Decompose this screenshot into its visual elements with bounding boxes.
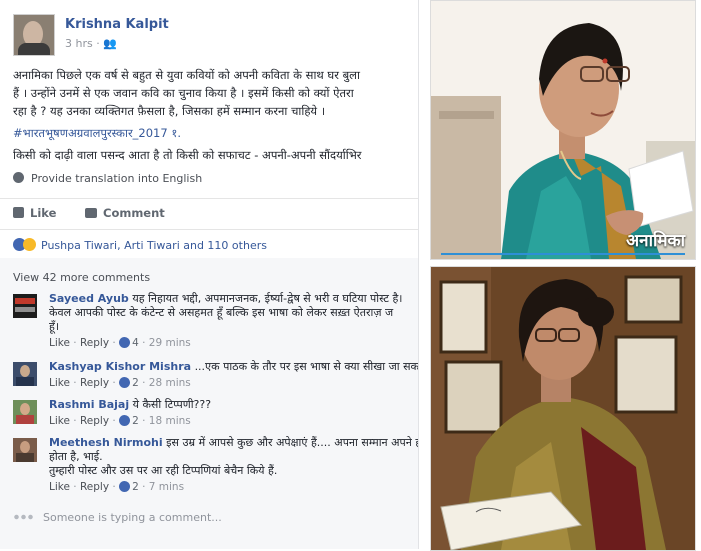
commenter-avatar[interactable] [13,400,37,424]
author-avatar[interactable] [13,14,55,56]
like-count[interactable]: 4 [132,337,139,349]
comment-line: केवल आपकी पोस्ट के कंटेन्ट से असहमत हूँ … [49,306,394,319]
comment-line: Rashmi Bajaj ये कैसी टिप्पणी??? [49,398,418,412]
comment-actions: Like · Reply · 2 · 18 mins [49,415,191,427]
comment-like-link[interactable]: Like [49,337,70,349]
like-count[interactable]: 2 [132,481,139,493]
hashtag-link[interactable]: #भारतभूषणअग्रवालपुरस्कार_2017 १. [13,124,418,142]
post-line-1: अनामिका पिछले एक वर्ष से बहुत से युवा कव… [13,68,360,82]
comment-line: Kashyap Kishor Mishra ...एक पाठक के तौर … [49,360,419,374]
comment-line: तुम्हारी पोस्ट और उस पर आ रही टिप्पणियां… [49,464,278,477]
post-line: हैं । उन्होंने उनमें से एक जवान कवि का च… [13,84,418,102]
comment-like-link[interactable]: Like [49,481,70,493]
commenter-name[interactable]: Kashyap Kishor Mishra [49,360,191,373]
like-count[interactable]: 2 [132,415,139,427]
post-line-2: हैं । उन्होंने उनमें से एक जवान कवि का च… [13,86,354,100]
commenter-name[interactable]: Sayeed Ayub [49,292,129,305]
post-time[interactable]: 3 hrs · 👥 [65,37,117,50]
author-name[interactable]: Krishna Kalpit [65,17,169,32]
comment-actions: Like · Reply · 2 · 28 mins [49,377,191,389]
comment-reply-link[interactable]: Reply [80,377,109,389]
comment-text: ये कैसी टिप्पणी??? [132,398,212,411]
comment-reply-link[interactable]: Reply [80,415,109,427]
commenter-name[interactable]: Meethesh Nirmohi [49,436,163,449]
commenter-avatar[interactable] [13,294,37,318]
reactions-summary[interactable]: Pushpa Tiwari, Arti Tiwari and 110 other… [13,238,267,252]
comment-actions: Like · Reply · 4 · 29 mins [49,337,191,349]
comment-time[interactable]: 28 mins [149,377,191,389]
comment-time[interactable]: 18 mins [149,415,191,427]
photo-illustration-bottom [431,267,695,550]
reactions-text: Pushpa Tiwari, Arti Tiwari and 110 other… [41,239,267,252]
comment-time[interactable]: 29 mins [149,337,191,349]
comment-actions: Like · Reply · 2 · 7 mins [49,481,185,493]
comment-text: यह निहायत भद्दी, अपमानजनक, ईर्ष्या-द्वेष… [132,292,403,305]
post-body: अनामिका पिछले एक वर्ष से बहुत से युवा कव… [13,66,418,168]
post-line: अनामिका पिछले एक वर्ष से बहुत से युवा कव… [13,66,418,84]
photo-anamika-reading: अनामिका [430,0,696,260]
comment-line: हूँ। [49,320,60,333]
comment-label: Comment [103,206,165,220]
translate-link[interactable]: Provide translation into English [13,172,202,185]
like-count-icon [119,337,131,348]
typing-text: Someone is typing a comment... [43,511,222,524]
photo-illustration-top [431,1,695,259]
comment-content: Kashyap Kishor Mishra ...एक पाठक के तौर … [49,360,419,390]
post-line-3: रहा है ? यह उनका व्यक्तिगत फ़ैसला है, जि… [13,104,326,118]
caption-underline [441,253,685,255]
comment-like-link[interactable]: Like [49,415,70,427]
avatar-torso [18,43,50,55]
facebook-post: Krishna Kalpit 3 hrs · 👥 अनामिका पिछले ए… [0,0,419,549]
photo-anamika-reading-book [430,266,696,551]
comment-content: Meethesh Nirmohi इस उम्र में आपसे कुछ और… [49,436,419,494]
post-header: Krishna Kalpit 3 hrs · 👥 [13,14,413,56]
thumbs-up-icon [13,207,24,218]
like-button[interactable]: Like [13,206,56,220]
comment-line: Sayeed Ayub यह निहायत भद्दी, अपमानजनक, ई… [49,292,418,306]
comment-reply-link[interactable]: Reply [80,481,109,493]
divider [0,229,418,230]
post-second-paragraph: किसी को दाढ़ी वाला पसन्द आता है तो किसी … [13,148,362,162]
like-count-icon [119,481,131,492]
commenter-name[interactable]: Rashmi Bajaj [49,398,129,411]
divider [0,198,418,199]
like-label: Like [30,206,57,220]
comment-content: Rashmi Bajaj ये कैसी टिप्पणी??? Like · R… [49,398,418,428]
like-count[interactable]: 2 [132,377,139,389]
comment-line: Meethesh Nirmohi इस उम्र में आपसे कुछ और… [49,436,419,450]
typing-dots-icon [13,514,35,520]
gear-icon [13,172,24,183]
commenter-avatar[interactable] [13,362,37,386]
commenter-avatar[interactable] [13,438,37,462]
comment-like-link[interactable]: Like [49,377,70,389]
comment-bubble-icon [85,208,97,218]
post-line: रहा है ? यह उनका व्यक्तिगत फ़ैसला है, जि… [13,102,418,120]
comment-button[interactable]: Comment [85,206,165,220]
photo-caption: अनामिका [626,231,685,251]
like-count-icon [119,377,131,388]
translate-label: Provide translation into English [31,172,203,185]
like-count-icon [119,415,131,426]
comment-content: Sayeed Ayub यह निहायत भद्दी, अपमानजनक, ई… [49,292,418,350]
comment-line: होता है, भाई. [49,450,103,463]
comment-reply-link[interactable]: Reply [80,337,109,349]
comment-time[interactable]: 7 mins [149,481,184,493]
comment-text: ...एक पाठक के तौर पर इस भाषा से क्या सीख… [194,360,419,373]
comment-text: इस उम्र में आपसे कुछ और अपेक्षाएं हैं...… [166,436,419,449]
typing-indicator: Someone is typing a comment... [13,511,222,524]
view-more-comments[interactable]: View 42 more comments [13,271,150,284]
haha-reaction-icon [23,238,36,251]
